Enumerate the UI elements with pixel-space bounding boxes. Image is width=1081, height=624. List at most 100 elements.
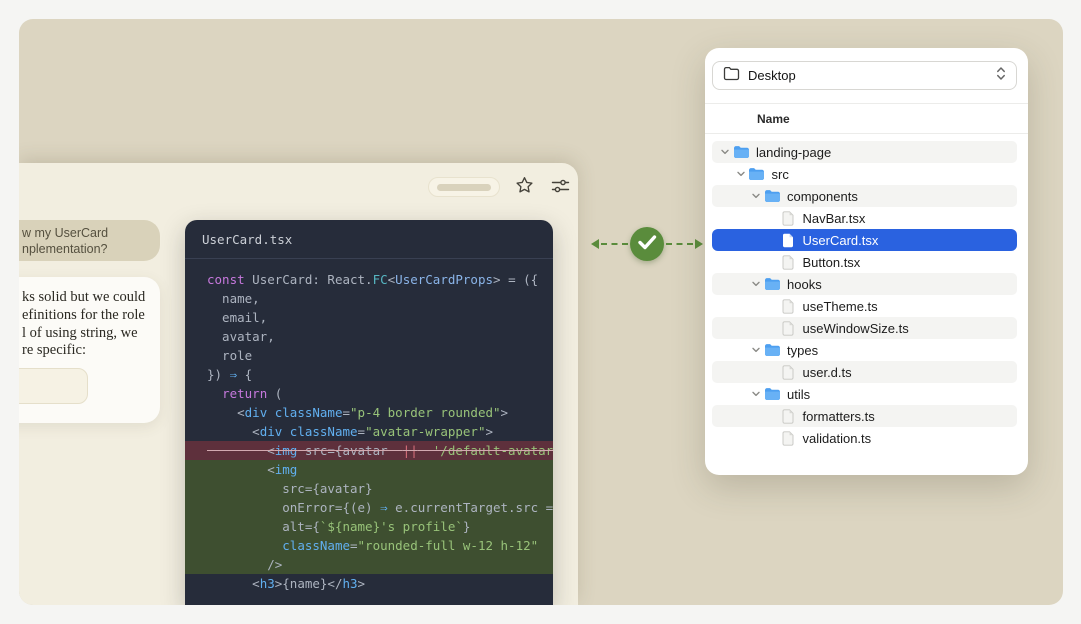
tree-row-label: useTheme.ts xyxy=(803,299,878,314)
chevron-down-icon[interactable] xyxy=(718,147,732,157)
file-icon xyxy=(779,321,797,336)
folder-outline-icon xyxy=(723,66,740,86)
tree-row-label: useWindowSize.ts xyxy=(803,321,909,336)
checkmark-badge xyxy=(630,227,664,261)
checkmark-icon xyxy=(630,225,664,264)
file-browser-panel: Desktop Name landing-page src components Na… xyxy=(705,48,1028,475)
code-line: <div className="avatar-wrapper"> xyxy=(185,422,553,441)
chevron-down-icon[interactable] xyxy=(734,169,748,179)
divider xyxy=(705,103,1028,104)
dashed-line xyxy=(666,243,693,245)
folder-icon xyxy=(732,145,750,159)
code-file-title: UserCard.tsx xyxy=(185,220,553,259)
file-icon xyxy=(779,409,797,424)
user-message-line: nplementation? xyxy=(22,241,146,257)
code-body: const UserCard: React.FC<UserCardProps> … xyxy=(185,259,553,593)
user-message-bubble: w my UserCardnplementation? xyxy=(19,220,160,261)
chat-window: w my UserCardnplementation? ks solid but… xyxy=(19,163,578,605)
code-line-added: /> xyxy=(185,555,553,574)
tree-row-utils[interactable]: utils xyxy=(712,383,1017,405)
star-icon xyxy=(515,176,534,198)
tree-row-types[interactable]: types xyxy=(712,339,1017,361)
column-header-name: Name xyxy=(757,112,790,126)
tree-row-validation-ts[interactable]: validation.ts xyxy=(712,427,1017,449)
tree-row-usercard-tsx[interactable]: UserCard.tsx xyxy=(712,229,1017,251)
toolbar-pill-placeholder xyxy=(428,177,500,197)
tree-row-user-d-ts[interactable]: user.d.ts xyxy=(712,361,1017,383)
chevron-down-icon[interactable] xyxy=(749,191,763,201)
folder-icon xyxy=(763,277,781,291)
code-line: <div className="p-4 border rounded"> xyxy=(185,403,553,422)
assistant-message-line: efinitions for the role xyxy=(22,307,150,325)
tree-row-label: NavBar.tsx xyxy=(803,211,866,226)
tree-row-label: user.d.ts xyxy=(803,365,852,380)
design-canvas: w my UserCardnplementation? ks solid but… xyxy=(19,19,1063,605)
tree-row-usetheme-ts[interactable]: useTheme.ts xyxy=(712,295,1017,317)
code-line-added: <img xyxy=(185,460,553,479)
chevron-down-icon[interactable] xyxy=(749,389,763,399)
code-line: const UserCard: React.FC<UserCardProps> … xyxy=(185,270,553,289)
file-icon xyxy=(779,211,797,226)
arrow-right-icon xyxy=(695,239,703,249)
file-icon xyxy=(779,233,797,248)
folder-icon xyxy=(763,189,781,203)
tree-row-navbar-tsx[interactable]: NavBar.tsx xyxy=(712,207,1017,229)
tree-row-label: src xyxy=(772,167,789,182)
code-line: <h3>{name}</h3> xyxy=(185,574,553,593)
file-icon xyxy=(779,365,797,380)
location-label: Desktop xyxy=(748,68,996,83)
tree-row-label: UserCard.tsx xyxy=(803,233,879,248)
tree-row-label: validation.ts xyxy=(803,431,872,446)
code-line-added: onError={(e) ⇒ e.currentTarget.src = '/d… xyxy=(185,498,553,517)
file-tree: landing-page src components NavBar.tsx UserC… xyxy=(712,141,1017,449)
tree-row-label: landing-page xyxy=(756,145,831,160)
star-button[interactable] xyxy=(513,176,535,198)
tree-row-label: hooks xyxy=(787,277,822,292)
code-line: return ( xyxy=(185,384,553,403)
location-select[interactable]: Desktop xyxy=(712,61,1017,90)
code-line: email, xyxy=(185,308,553,327)
assistant-message-line: ks solid but we could xyxy=(22,289,150,307)
arrow-left-icon xyxy=(591,239,599,249)
code-line: }) ⇒ { xyxy=(185,365,553,384)
tree-row-label: components xyxy=(787,189,858,204)
tree-row-label: types xyxy=(787,343,818,358)
tree-row-src[interactable]: src xyxy=(712,163,1017,185)
chevron-down-icon[interactable] xyxy=(749,279,763,289)
chevron-down-icon[interactable] xyxy=(749,345,763,355)
sync-indicator xyxy=(591,226,715,262)
assistant-message-card: ks solid but we couldefinitions for the … xyxy=(19,277,160,423)
tree-row-label: Button.tsx xyxy=(803,255,861,270)
tree-row-landing-page[interactable]: landing-page xyxy=(712,141,1017,163)
chevron-up-down-icon xyxy=(996,66,1006,86)
tree-row-hooks[interactable]: hooks xyxy=(712,273,1017,295)
folder-icon xyxy=(763,387,781,401)
user-message-line: w my UserCard xyxy=(22,225,146,241)
folder-icon xyxy=(748,167,766,181)
tree-row-button-tsx[interactable]: Button.tsx xyxy=(712,251,1017,273)
file-icon xyxy=(779,255,797,270)
pill-bar xyxy=(437,184,491,191)
tree-row-usewindowsize-ts[interactable]: useWindowSize.ts xyxy=(712,317,1017,339)
code-line: avatar, xyxy=(185,327,553,346)
code-line-added: className="rounded-full w-12 h-12" xyxy=(185,536,553,555)
code-editor-panel: UserCard.tsx const UserCard: React.FC<Us… xyxy=(185,220,553,605)
code-line-added: src={avatar} xyxy=(185,479,553,498)
tree-row-formatters-ts[interactable]: formatters.ts xyxy=(712,405,1017,427)
tree-row-label: utils xyxy=(787,387,810,402)
tree-row-components[interactable]: components xyxy=(712,185,1017,207)
folder-icon xyxy=(763,343,781,357)
sliders-icon xyxy=(551,178,570,197)
code-line: name, xyxy=(185,289,553,308)
code-line-added: alt={`${name}'s profile`} xyxy=(185,517,553,536)
assistant-message-line: l of using string, we xyxy=(22,325,150,343)
file-icon xyxy=(779,299,797,314)
assistant-message-line: re specific: xyxy=(22,342,150,360)
code-line: role xyxy=(185,346,553,365)
divider xyxy=(705,133,1028,134)
dashed-line xyxy=(601,243,628,245)
file-icon xyxy=(779,431,797,446)
tree-row-label: formatters.ts xyxy=(803,409,875,424)
settings-sliders-button[interactable] xyxy=(549,176,571,198)
code-line-removed: <img src={avatar || '/default-avatar.png… xyxy=(185,441,553,460)
